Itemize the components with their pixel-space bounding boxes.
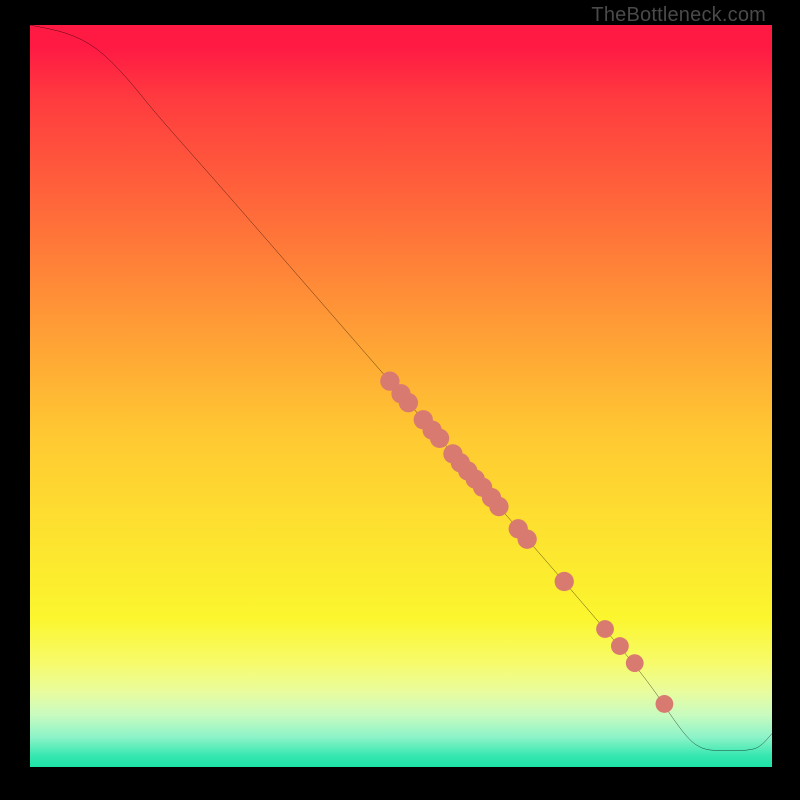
- data-marker: [611, 637, 629, 655]
- plot-area: [30, 25, 772, 767]
- data-marker: [489, 497, 508, 516]
- data-markers: [380, 372, 673, 713]
- data-marker: [626, 654, 644, 672]
- data-marker: [656, 695, 674, 713]
- chart-frame: TheBottleneck.com: [0, 0, 800, 800]
- chart-svg: [30, 25, 772, 767]
- data-marker: [517, 530, 536, 549]
- data-marker: [430, 429, 449, 448]
- data-marker: [596, 620, 614, 638]
- data-marker: [555, 572, 574, 591]
- watermark-text: TheBottleneck.com: [591, 4, 766, 27]
- data-marker: [399, 393, 418, 412]
